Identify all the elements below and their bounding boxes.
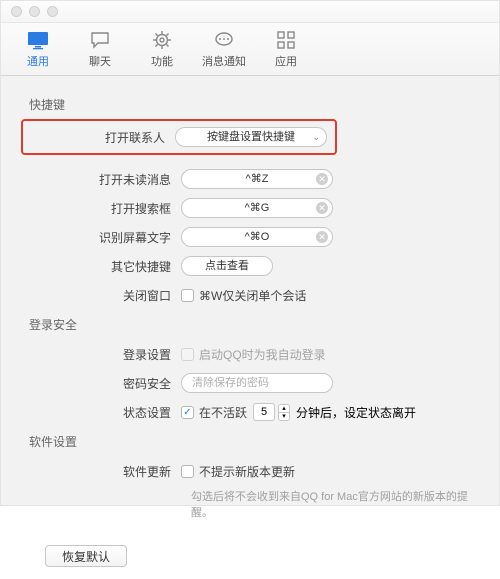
status-label: 状态设置	[29, 404, 181, 421]
chevron-down-icon: ⌄	[312, 128, 320, 146]
open-contacts-input[interactable]: 按键盘设置快捷键 ⌄	[175, 127, 327, 147]
auto-login-checkbox: 启动QQ时为我自动登录	[181, 346, 326, 363]
close-icon[interactable]	[11, 6, 22, 17]
auto-login-label: 启动QQ时为我自动登录	[199, 346, 326, 363]
tab-chat-label: 聊天	[69, 53, 131, 69]
open-unread-label: 打开未读消息	[29, 171, 181, 188]
gear-icon	[150, 29, 174, 51]
tab-notify-label: 消息通知	[193, 53, 255, 69]
checkbox-icon	[181, 348, 194, 361]
open-unread-value: ^⌘Z	[246, 170, 269, 188]
tab-function-label: 功能	[131, 53, 193, 69]
open-search-label: 打开搜索框	[29, 200, 181, 217]
ocr-label: 识别屏幕文字	[29, 229, 181, 246]
status-pre: 在不活跃	[199, 404, 247, 421]
update-checkbox[interactable]: 不提示新版本更新	[181, 463, 295, 480]
titlebar	[1, 1, 499, 23]
section-login: 登录安全	[29, 316, 471, 333]
clear-icon[interactable]: ✕	[316, 231, 328, 243]
checkbox-icon	[181, 289, 194, 302]
clear-password-button[interactable]: 清除保存的密码	[181, 373, 333, 393]
tab-chat[interactable]: 聊天	[69, 27, 131, 75]
pwd-label: 密码安全	[29, 375, 181, 392]
open-search-value: ^⌘G	[245, 199, 270, 217]
tab-app[interactable]: 应用	[255, 27, 317, 75]
ocr-value: ^⌘O	[245, 228, 270, 246]
highlight-open-contacts: 打开联系人 按键盘设置快捷键 ⌄	[21, 119, 337, 155]
bell-icon	[212, 29, 236, 51]
other-shortcut-value: 点击查看	[205, 257, 249, 275]
open-contacts-label: 打开联系人	[31, 129, 175, 146]
section-software: 软件设置	[29, 433, 471, 450]
grid-icon	[274, 29, 298, 51]
tab-general-label: 通用	[7, 53, 69, 69]
section-shortcuts: 快捷键	[29, 96, 471, 113]
open-unread-input[interactable]: ^⌘Z ✕	[181, 169, 333, 189]
update-label: 软件更新	[29, 463, 181, 480]
status-post: 分钟后，设定状态离开	[296, 404, 416, 421]
clear-icon[interactable]: ✕	[316, 202, 328, 214]
tab-notify[interactable]: 消息通知	[193, 27, 255, 75]
update-chk-label: 不提示新版本更新	[199, 463, 295, 480]
idle-minutes-stepper[interactable]: 5 ▴ ▾	[253, 403, 290, 421]
stepper-up-icon[interactable]: ▴	[278, 404, 290, 413]
clear-icon[interactable]: ✕	[316, 173, 328, 185]
monitor-icon	[26, 29, 50, 51]
chat-icon	[88, 29, 112, 51]
toolbar: 通用 聊天 功能 消息通知 应用	[1, 23, 499, 76]
checkbox-icon	[181, 465, 194, 478]
idle-minutes-value[interactable]: 5	[253, 403, 275, 421]
close-window-chk-label: ⌘W仅关闭单个会话	[199, 287, 306, 304]
ocr-input[interactable]: ^⌘O ✕	[181, 227, 333, 247]
login-setting-label: 登录设置	[29, 346, 181, 363]
other-shortcut-button[interactable]: 点击查看	[181, 256, 273, 276]
close-window-label: 关闭窗口	[29, 287, 181, 304]
other-shortcut-label: 其它快捷键	[29, 258, 181, 275]
restore-defaults-button[interactable]: 恢复默认	[45, 545, 127, 567]
stepper-down-icon[interactable]: ▾	[278, 413, 290, 421]
update-desc: 勾选后将不会收到来自QQ for Mac官方网站的新版本的提醒。	[191, 489, 471, 521]
close-window-checkbox[interactable]: ⌘W仅关闭单个会话	[181, 287, 306, 304]
checkbox-icon: ✓	[181, 406, 194, 419]
open-search-input[interactable]: ^⌘G ✕	[181, 198, 333, 218]
zoom-icon[interactable]	[47, 6, 58, 17]
tab-app-label: 应用	[255, 53, 317, 69]
open-contacts-value: 按键盘设置快捷键	[207, 128, 295, 146]
tab-function[interactable]: 功能	[131, 27, 193, 75]
minimize-icon[interactable]	[29, 6, 40, 17]
tab-general[interactable]: 通用	[7, 27, 69, 75]
status-checkbox[interactable]: ✓ 在不活跃	[181, 404, 247, 421]
